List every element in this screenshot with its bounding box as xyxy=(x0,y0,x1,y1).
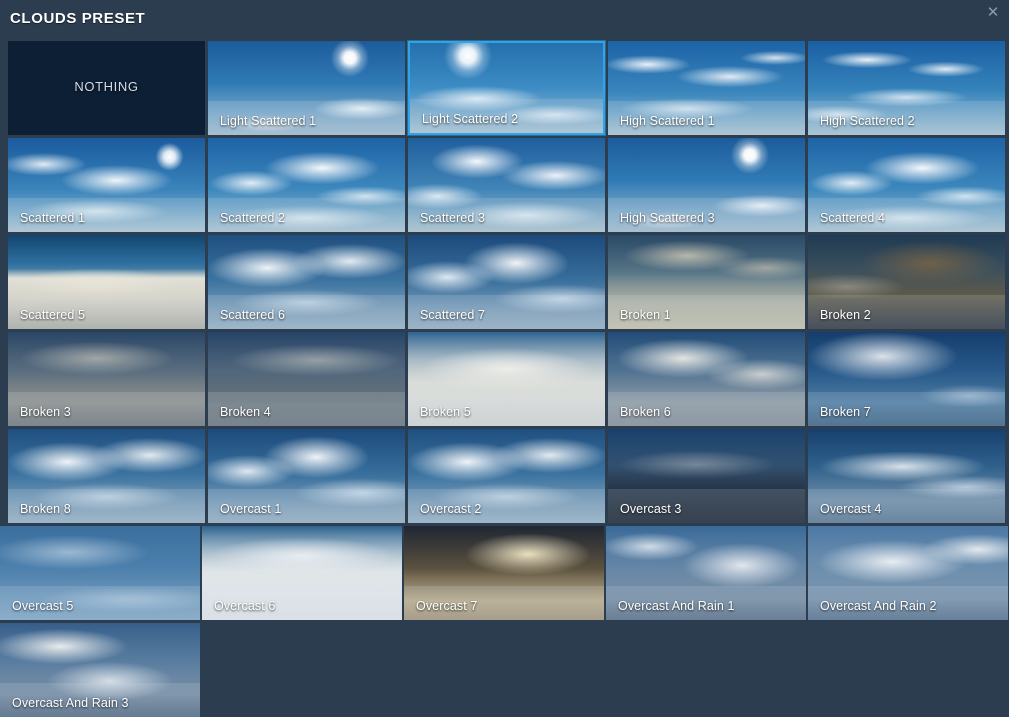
preset-tile-label: Overcast And Rain 2 xyxy=(820,599,937,613)
preset-tile-label: Scattered 7 xyxy=(420,308,486,322)
preset-tile-label: High Scattered 2 xyxy=(820,114,915,128)
preset-tile-label: Overcast And Rain 1 xyxy=(618,599,735,613)
preset-tile-label: Overcast 6 xyxy=(214,599,276,613)
preset-tile[interactable]: Scattered 2 xyxy=(208,138,405,232)
dialog-header: CLOUDS PRESET ✕ xyxy=(0,0,1009,36)
preset-tile-label: Broken 8 xyxy=(20,502,71,516)
preset-tile[interactable]: Overcast 7 xyxy=(404,526,604,620)
preset-tile-label: Broken 3 xyxy=(20,405,71,419)
preset-tile-label: Broken 2 xyxy=(820,308,871,322)
preset-tile[interactable]: Light Scattered 1 xyxy=(208,41,405,135)
preset-tile[interactable]: Broken 8 xyxy=(8,429,205,523)
preset-tile-label: Scattered 4 xyxy=(820,211,886,225)
preset-tile[interactable]: Broken 1 xyxy=(608,235,805,329)
preset-tile-label: Light Scattered 2 xyxy=(422,112,519,126)
preset-tile-label: Overcast 5 xyxy=(12,599,74,613)
preset-tile[interactable]: Scattered 6 xyxy=(208,235,405,329)
preset-tile[interactable]: Broken 3 xyxy=(8,332,205,426)
preset-tile-label: Scattered 2 xyxy=(220,211,286,225)
preset-tile[interactable]: High Scattered 2 xyxy=(808,41,1005,135)
page-title: CLOUDS PRESET xyxy=(10,10,146,27)
preset-tile[interactable]: Overcast And Rain 1 xyxy=(606,526,806,620)
close-icon[interactable]: ✕ xyxy=(982,2,1004,24)
preset-tile-label: Broken 1 xyxy=(620,308,671,322)
preset-tile-label: NOTHING xyxy=(74,79,139,94)
preset-tile[interactable]: Broken 6 xyxy=(608,332,805,426)
preset-tile-label: Overcast 3 xyxy=(620,502,682,516)
preset-tile-label: Overcast 1 xyxy=(220,502,282,516)
preset-tile[interactable]: Broken 4 xyxy=(208,332,405,426)
preset-tile-label: Broken 6 xyxy=(620,405,671,419)
preset-tile[interactable]: Overcast 3 xyxy=(608,429,805,523)
preset-tile-label: Scattered 3 xyxy=(420,211,486,225)
preset-tile[interactable]: Overcast And Rain 3 xyxy=(0,623,200,717)
preset-tile[interactable]: NOTHING xyxy=(8,41,205,135)
preset-tile[interactable]: Overcast 5 xyxy=(0,526,200,620)
preset-tile-label: Overcast 2 xyxy=(420,502,482,516)
preset-tile[interactable]: Scattered 7 xyxy=(408,235,605,329)
clouds-preset-grid: NOTHING Light Scattered 1 Light Scattered … xyxy=(0,36,1009,717)
preset-tile-label: Scattered 1 xyxy=(20,211,86,225)
preset-tile[interactable]: Scattered 4 xyxy=(808,138,1005,232)
preset-tile-label: Overcast 7 xyxy=(416,599,478,613)
preset-tile-label: Broken 4 xyxy=(220,405,271,419)
preset-tile[interactable]: Overcast 2 xyxy=(408,429,605,523)
preset-tile[interactable]: High Scattered 3 xyxy=(608,138,805,232)
preset-tile-label: High Scattered 3 xyxy=(620,211,715,225)
preset-tile-label: Light Scattered 1 xyxy=(220,114,317,128)
preset-tile[interactable]: High Scattered 1 xyxy=(608,41,805,135)
preset-tile[interactable]: Overcast And Rain 2 xyxy=(808,526,1008,620)
preset-tile-label: Scattered 6 xyxy=(220,308,286,322)
preset-tile[interactable]: Broken 7 xyxy=(808,332,1005,426)
preset-tile[interactable]: Light Scattered 2 xyxy=(408,41,605,135)
preset-tile[interactable]: Overcast 1 xyxy=(208,429,405,523)
preset-tile[interactable]: Scattered 3 xyxy=(408,138,605,232)
preset-tile[interactable]: Overcast 6 xyxy=(202,526,402,620)
preset-tile[interactable]: Broken 2 xyxy=(808,235,1005,329)
preset-tile[interactable]: Broken 5 xyxy=(408,332,605,426)
preset-tile[interactable]: Scattered 5 xyxy=(8,235,205,329)
preset-tile-label: Broken 5 xyxy=(420,405,471,419)
preset-tile-label: Overcast 4 xyxy=(820,502,882,516)
preset-tile-label: Broken 7 xyxy=(820,405,871,419)
preset-tile-label: High Scattered 1 xyxy=(620,114,715,128)
preset-tile-label: Scattered 5 xyxy=(20,308,86,322)
preset-tile[interactable]: Scattered 1 xyxy=(8,138,205,232)
preset-tile-label: Overcast And Rain 3 xyxy=(12,696,129,710)
preset-tile[interactable]: Overcast 4 xyxy=(808,429,1005,523)
